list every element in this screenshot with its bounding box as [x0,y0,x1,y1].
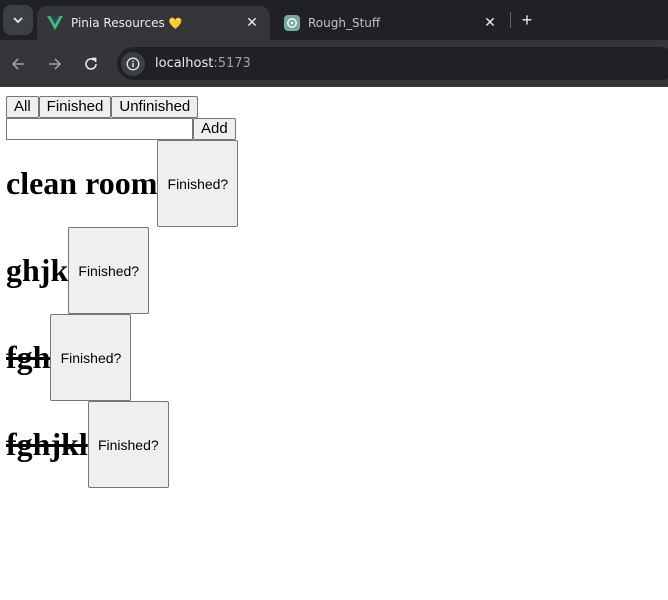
finished-button[interactable]: Finished? [50,314,132,401]
tab-rough-stuff[interactable]: Rough_Stuff ✕ [274,6,508,40]
url-host: localhost [155,56,214,71]
task-item: fghjkl Finished? [6,401,662,488]
browser-toolbar: localhost:5173 [0,40,668,87]
task-title: clean room [6,165,158,201]
finished-button[interactable]: Finished? [157,140,239,227]
tab-title: Rough_Stuff [308,16,381,30]
reload-icon [85,57,97,70]
url-port: :5173 [213,56,251,71]
task-input[interactable] [6,118,193,140]
forward-button[interactable] [42,51,68,77]
filter-bar: All Finished Unfinished [6,96,662,118]
tab-strip: Pinia Resources 💛 ✕ Rough_Stuff ✕ + [0,0,668,40]
tab-divider [510,12,511,28]
new-tab-button[interactable]: + [515,8,539,32]
reload-button[interactable] [78,51,104,77]
url-text: localhost:5173 [155,56,251,71]
task-title: fghjkl [6,426,88,462]
chatgpt-logo-icon [284,15,300,31]
finished-button[interactable]: Finished? [68,227,150,314]
page-content: All Finished Unfinished Add clean room F… [0,87,668,600]
task-item: clean room Finished? [6,140,662,227]
tab-pinia-resources[interactable]: Pinia Resources 💛 ✕ [37,6,270,40]
arrow-right-icon [49,58,62,70]
close-icon[interactable]: ✕ [480,13,500,33]
tab-title: Pinia Resources 💛 [71,16,183,30]
address-bar[interactable]: localhost:5173 [117,47,668,80]
add-task-row: Add [6,118,662,140]
filter-unfinished-button[interactable]: Unfinished [111,96,199,118]
task-title: fgh [6,339,51,375]
filter-finished-button[interactable]: Finished [38,96,112,118]
task-item: ghjk Finished? [6,227,662,314]
tab-search-button[interactable] [3,5,33,35]
vue-logo-icon [47,15,63,31]
task-item: fgh Finished? [6,314,662,401]
finished-button[interactable]: Finished? [87,401,169,488]
close-icon[interactable]: ✕ [242,13,262,33]
filter-all-button[interactable]: All [6,96,39,118]
add-button[interactable]: Add [193,118,236,140]
yellow-heart-icon: 💛 [168,17,183,30]
site-info-icon[interactable] [121,51,145,76]
chevron-down-icon [13,17,23,24]
task-title: ghjk [6,252,69,288]
back-button[interactable] [5,51,31,77]
arrow-left-icon [11,58,24,70]
